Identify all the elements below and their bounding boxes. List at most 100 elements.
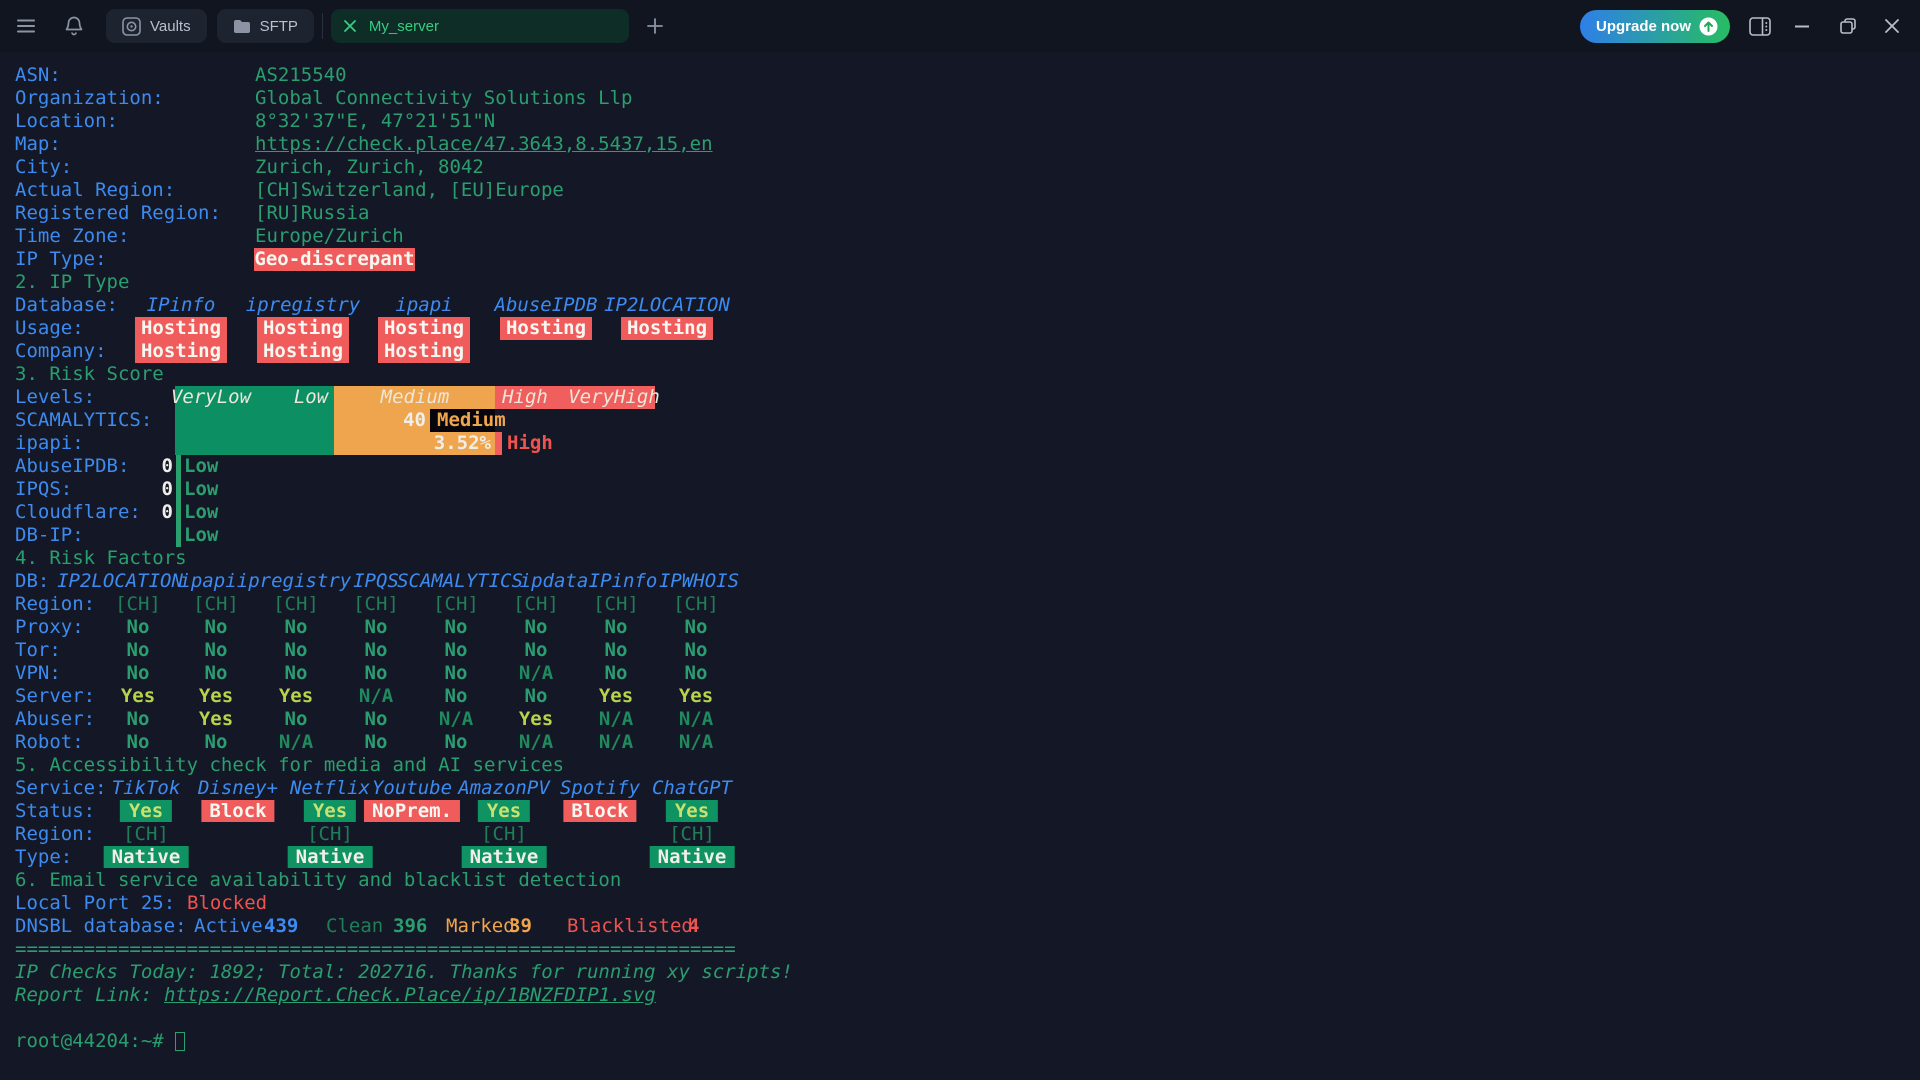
terminal-line: IPQS:0Low (0, 478, 1920, 501)
field-label: ASN: (15, 64, 61, 87)
vaults-label: Vaults (150, 18, 191, 35)
section-title: 6. Email service availability and blackl… (15, 869, 621, 892)
service-header: Spotify (560, 777, 640, 800)
terminal-line: DB:IP2LOCATIONipapiipregistryIPQSSCAMALY… (0, 570, 1920, 593)
row-label: AbuseIPDB: (15, 455, 129, 478)
arrow-up-circle-icon (1699, 17, 1718, 36)
report-label: Report Link: (15, 984, 164, 1007)
dnsbl-stat-value: 4 (688, 915, 699, 938)
close-button[interactable] (1872, 0, 1912, 52)
service-header: Youtube (372, 777, 452, 800)
panel-toggle-button[interactable] (1740, 0, 1780, 52)
field-label: Organization: (15, 87, 164, 110)
row-label: DB: (15, 570, 49, 593)
terminal-line: Report Link: https://Report.Check.Place/… (0, 984, 1920, 1007)
tab-close-icon[interactable] (343, 19, 357, 33)
tab-title: My_server (369, 18, 439, 35)
terminal-line: Local Port 25:Blocked (0, 892, 1920, 915)
dnsbl-stat-label: Blacklisted (567, 915, 693, 938)
row-label: Status: (15, 800, 95, 823)
separator: ========================================… (15, 938, 736, 961)
terminal-line: City:Zurich, Zurich, 8042 (0, 156, 1920, 179)
score-value: 0 (162, 455, 173, 478)
field-value: [RU]Russia (255, 202, 369, 225)
table-cell: [CH] (193, 593, 239, 616)
terminal-line: Service:TikTokDisney+NetflixYoutubeAmazo… (0, 777, 1920, 800)
table-cell: No (365, 639, 388, 662)
row-label: Service: (15, 777, 107, 800)
dnsbl-stat-value: 396 (393, 915, 427, 938)
status-badge: NoPrem. (364, 800, 460, 822)
notifications-bell-button[interactable] (56, 8, 92, 44)
folder-icon (233, 19, 251, 34)
status-badge: Yes (120, 800, 172, 822)
sftp-button[interactable]: SFTP (217, 9, 314, 43)
row-label: Proxy: (15, 616, 84, 639)
terminal-line: IP Checks Today: 1892; Total: 202716. Th… (0, 961, 1920, 984)
table-cell: N/A (599, 708, 633, 731)
row-label: Region: (15, 593, 95, 616)
map-link[interactable]: https://check.place/47.3643,8.5437,15,en (255, 133, 713, 156)
field-value: Global Connectivity Solutions Llp (255, 87, 633, 110)
table-cell: No (365, 616, 388, 639)
terminal-line (0, 1007, 1920, 1030)
table-cell: No (365, 731, 388, 754)
usage-badge: Hosting (378, 317, 470, 340)
table-cell: Yes (679, 685, 713, 708)
table-cell: No (365, 662, 388, 685)
table-cell: [CH] (353, 593, 399, 616)
usage-badge: Hosting (135, 317, 227, 340)
row-label: DB-IP: (15, 524, 84, 547)
terminal[interactable]: ASN:AS215540Organization: Global Connecti… (0, 52, 1920, 1080)
section-title: 5. Accessibility check for media and AI … (15, 754, 564, 777)
db-header: IP2LOCATION (604, 294, 730, 317)
terminal-line: Region:[CH][CH][CH][CH] (0, 823, 1920, 846)
table-cell: Yes (199, 708, 233, 731)
ip-type-badge: Geo-discrepant (254, 248, 415, 271)
hamburger-menu-button[interactable] (8, 8, 44, 44)
vaults-button[interactable]: Vaults (106, 9, 207, 43)
terminal-line: Abuser:NoYesNoNoN/AYesN/AN/A (0, 708, 1920, 731)
plus-icon (647, 18, 663, 34)
service-header: Netflix (290, 777, 370, 800)
maximize-button[interactable] (1828, 0, 1868, 52)
table-cell: [CH] (593, 593, 639, 616)
terminal-line: Organization: Global Connectivity Solutio… (0, 87, 1920, 110)
report-link[interactable]: https://Report.Check.Place/ip/1BNZFDIP1.… (164, 984, 656, 1007)
terminal-line: VPN:NoNoNoNoNoN/ANoNo (0, 662, 1920, 685)
new-tab-button[interactable] (637, 8, 673, 44)
score-marker (495, 432, 502, 455)
upgrade-button[interactable]: Upgrade now (1580, 10, 1730, 43)
row-label: ipapi: (15, 432, 84, 455)
table-cell: N/A (519, 731, 553, 754)
upgrade-label: Upgrade now (1596, 18, 1691, 35)
status-badge: Yes (478, 800, 530, 822)
terminal-line: Time Zone:Europe/Zurich (0, 225, 1920, 248)
terminal-line: Registered Region:[RU]Russia (0, 202, 1920, 225)
table-cell: N/A (679, 708, 713, 731)
table-cell: [CH] (273, 593, 319, 616)
db-header: IPWHOIS (659, 570, 739, 593)
terminal-line: Company:HostingHostingHosting (0, 340, 1920, 363)
dnsbl-stat-value: 439 (264, 915, 298, 938)
terminal-line: Cloudflare:0Low (0, 501, 1920, 524)
db-header: ipregistry (246, 294, 360, 317)
db-header: ipapi (179, 570, 236, 593)
restore-icon (1840, 18, 1856, 34)
terminal-line: DNSBL database:Active439Clean396Marked39… (0, 915, 1920, 938)
score-marker (176, 501, 181, 524)
section-title: 2. IP Type (15, 271, 129, 294)
terminal-tab[interactable]: My_server (331, 9, 629, 43)
risk-level-label: Low (294, 386, 328, 409)
terminal-line: 6. Email service availability and blackl… (0, 869, 1920, 892)
shell-prompt: root@44204:~# (15, 1030, 164, 1053)
sftp-label: SFTP (260, 18, 298, 35)
score-level: High (507, 432, 553, 455)
terminal-line: ipapi:3.52%High (0, 432, 1920, 455)
terminal-line: ========================================… (0, 938, 1920, 961)
field-label: Map: (15, 133, 61, 156)
terminal-line: IP Type:Geo-discrepant (0, 248, 1920, 271)
terminal-line: ASN:AS215540 (0, 64, 1920, 87)
minimize-button[interactable] (1782, 0, 1822, 52)
score-level: Low (184, 455, 218, 478)
